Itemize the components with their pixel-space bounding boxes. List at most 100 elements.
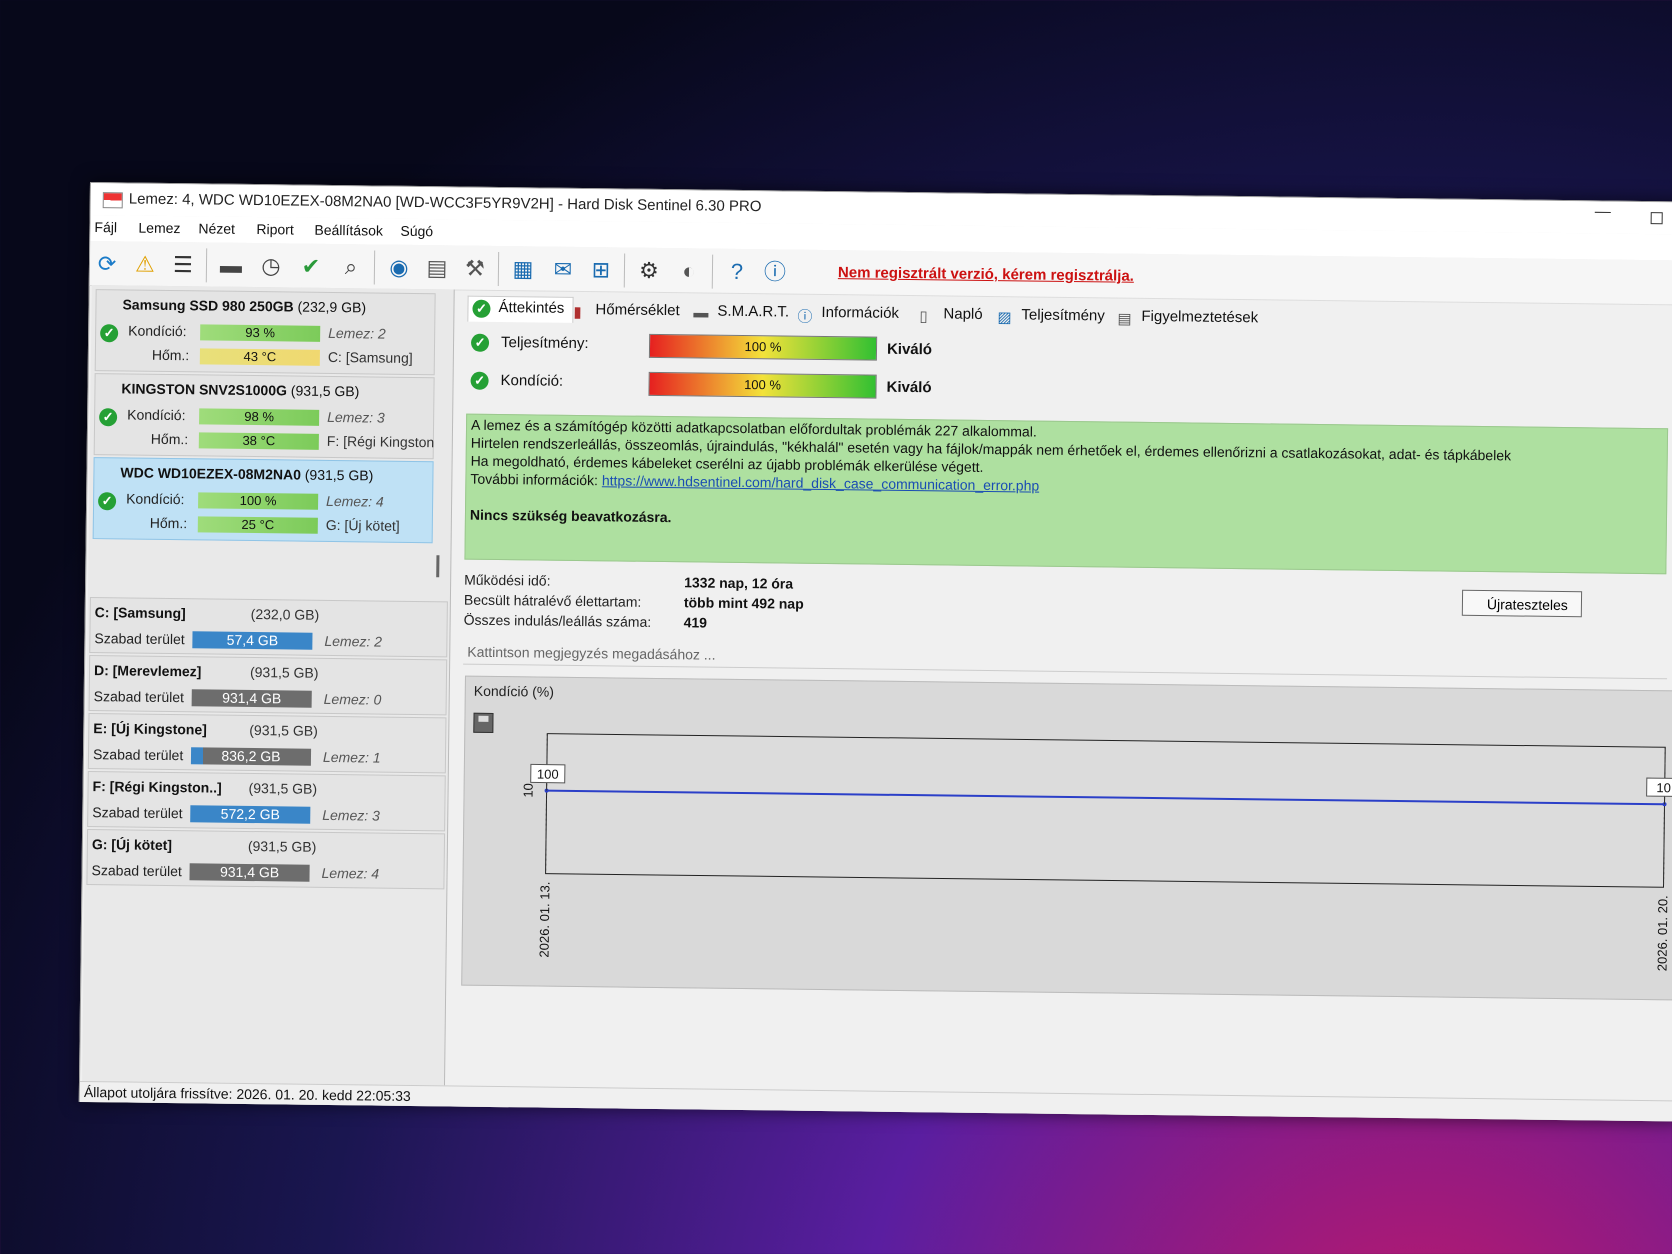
globe-icon[interactable]: ◉ (384, 253, 414, 283)
condition-bar: 100 % (648, 371, 877, 399)
menu-settings[interactable]: Beállítások (314, 222, 383, 239)
chart-svg: 10010102026. 01. 13. 2026. 01. 20. (521, 733, 1672, 971)
disk-list-panel: Samsung SSD 980 250GB (232,9 GB) ✓ Kondí… (82, 285, 455, 1086)
disk-icon[interactable]: ▬ (216, 251, 246, 281)
start-count-value: 419 (683, 614, 708, 631)
layers-icon[interactable]: ▤ (422, 253, 452, 283)
remaining-life-label: Becsült hátralévő élettartam: (463, 591, 642, 610)
volume-disk: Lemez: 3 (322, 806, 380, 824)
free-space-label: Szabad terület (91, 862, 182, 880)
disk-clock-icon[interactable]: ◷ (256, 251, 286, 281)
disk-item-kingston[interactable]: KINGSTON SNV2S1000G (931,5 GB) ✓ Kondíci… (93, 373, 435, 460)
disk-search-icon[interactable]: ⌕ (336, 252, 366, 282)
info-icon[interactable]: ⓘ (760, 257, 790, 287)
volume-size: (931,5 GB) (248, 779, 318, 797)
disk-item-wdc[interactable]: WDC WD10EZEX-08M2NA0 (931,5 GB) ✓ Kondíc… (92, 457, 434, 544)
tab-performance[interactable]: ▨ Teljesítmény (997, 306, 1105, 327)
sound-icon[interactable]: ◐ (674, 256, 704, 286)
y-tick-label: 10 (521, 783, 536, 798)
disk-check-icon[interactable]: ✔ (296, 252, 326, 282)
tab-overview[interactable]: ✓ Áttekintés (467, 295, 574, 323)
condition-bar: 100 % (198, 492, 319, 510)
menu-report[interactable]: Riport (256, 221, 294, 237)
condition-rating: Kiváló (886, 378, 932, 397)
minimize-button[interactable]: — (1595, 203, 1611, 221)
note-input[interactable]: Kattintson megjegyzés megadásához ... (463, 639, 1668, 680)
condition-label: Kondíció: (128, 322, 187, 340)
menu-file[interactable]: Fájl (94, 219, 117, 235)
uptime-label: Működési idő: (464, 571, 551, 589)
volume-size: (931,5 GB) (247, 837, 317, 855)
tab-log[interactable]: ▯ Napló (919, 305, 982, 326)
performance-label: Teljesítmény: (500, 334, 589, 353)
temp-label: Hőm.: (150, 430, 189, 448)
register-link[interactable]: Nem regisztrált verzió, kérem regisztrál… (838, 264, 1134, 285)
more-info-link[interactable]: https://www.hdsentinel.com/hard_disk_cas… (602, 472, 1040, 493)
condition-label: Kondíció: (500, 372, 564, 390)
network-icon[interactable]: ⊞ (586, 255, 616, 285)
disk-icon: ▬ (693, 304, 709, 322)
toolbar-separator (623, 253, 626, 288)
menu-disk[interactable]: Lemez (138, 220, 180, 237)
volume-size: (232,0 GB) (250, 605, 320, 623)
refresh-icon[interactable]: ⟳ (92, 249, 122, 279)
status-bar: Állapot utoljára frissítve: 2026. 01. 20… (79, 1080, 1672, 1122)
x-tick-label: 2026. 01. 20. (1654, 895, 1670, 971)
temp-bar: 25 °C (197, 516, 318, 534)
action-text: Nincs szükség beavatkozásra. (469, 506, 672, 526)
mail-icon[interactable]: ✉ (548, 255, 578, 285)
performance-bar: 100 % (648, 333, 878, 361)
uptime-value: 1332 nap, 12 óra (684, 574, 794, 592)
menu-view[interactable]: Nézet (198, 220, 235, 236)
tools-icon[interactable]: ⚒ (460, 254, 490, 284)
maximize-button[interactable] (1650, 212, 1663, 225)
remaining-life-value: több mint 492 nap (683, 594, 804, 612)
volume-item-c[interactable]: C: [Samsung] (232,0 GB) Szabad terület 5… (89, 597, 448, 658)
report-icon[interactable]: ▦ (508, 254, 538, 284)
window-title: Lemez: 4, WDC WD10EZEX-08M2NA0 [WD-WCC3F… (128, 190, 762, 216)
volume-item-e[interactable]: E: [Új Kingstone] (931,5 GB) Szabad terü… (87, 713, 447, 774)
start-count-label: Összes indulás/leállás száma: (463, 611, 652, 630)
pages-icon: ▤ (1117, 310, 1132, 328)
volume-size: (931,5 GB) (249, 663, 319, 681)
disk-name: KINGSTON SNV2S1000G (931,5 GB) (121, 380, 360, 400)
condition-chart: Kondíció (%) 100 10 10 2026. 01. 13. 2026. 0… (461, 675, 1672, 1001)
plot-area (545, 733, 1666, 888)
temp-bar: 43 °C (199, 348, 320, 366)
point-label: 10 (1656, 780, 1671, 795)
drive-letter: C: [Samsung] (327, 348, 413, 366)
alert-refresh-icon[interactable]: ⚠ (130, 249, 160, 279)
volume-size: (931,5 GB) (249, 721, 318, 739)
help-icon[interactable]: ? (722, 257, 752, 287)
volume-item-g[interactable]: G: [Új kötet] (931,5 GB) Szabad terület … (86, 829, 446, 890)
menu-help[interactable]: Súgó (400, 223, 433, 239)
free-space-bar: 836,2 GB (190, 747, 312, 766)
list-icon[interactable]: ☰ (168, 250, 198, 280)
toolbar-separator (373, 250, 376, 285)
tab-temperature[interactable]: ▮ Hőmérséklet (573, 301, 679, 321)
x-tick-label: 2026. 01. 13. (537, 882, 553, 958)
tab-alerts[interactable]: ▤ Figyelmeztetések (1117, 308, 1258, 328)
document-icon: ▯ (919, 308, 928, 326)
retest-button[interactable]: Újrateszteles (1461, 589, 1583, 618)
status-ok-icon: ✓ (470, 371, 489, 390)
volume-item-f[interactable]: F: [Régi Kingston..] (931,5 GB) Szabad t… (87, 771, 446, 832)
app-icon (102, 192, 123, 209)
volume-item-d[interactable]: D: [Merevlemez] (931,5 GB) Szabad terüle… (88, 655, 448, 716)
free-space-label: Szabad terület (92, 746, 184, 764)
status-ok-icon: ✓ (99, 408, 118, 427)
free-space-bar: 931,4 GB (189, 863, 310, 882)
tab-information[interactable]: ⓘ Információk (797, 304, 899, 326)
free-space-label: Szabad terület (92, 804, 183, 822)
status-ok-icon: ✓ (100, 324, 119, 343)
tab-smart[interactable]: ▬ S.M.A.R.T. (693, 302, 789, 322)
toolbar-separator (497, 251, 500, 287)
performance-rating: Kiváló (886, 340, 933, 359)
free-space-label: Szabad terület (94, 630, 185, 648)
scrollbar-thumb[interactable] (436, 555, 440, 578)
free-space-bar: 572,2 GB (190, 805, 311, 824)
disk-item-samsung[interactable]: Samsung SSD 980 250GB (232,9 GB) ✓ Kondí… (94, 289, 436, 376)
chart-icon: ▨ (997, 309, 1012, 327)
toolbar-separator (711, 254, 714, 289)
gear-icon[interactable]: ⚙ (634, 256, 664, 286)
